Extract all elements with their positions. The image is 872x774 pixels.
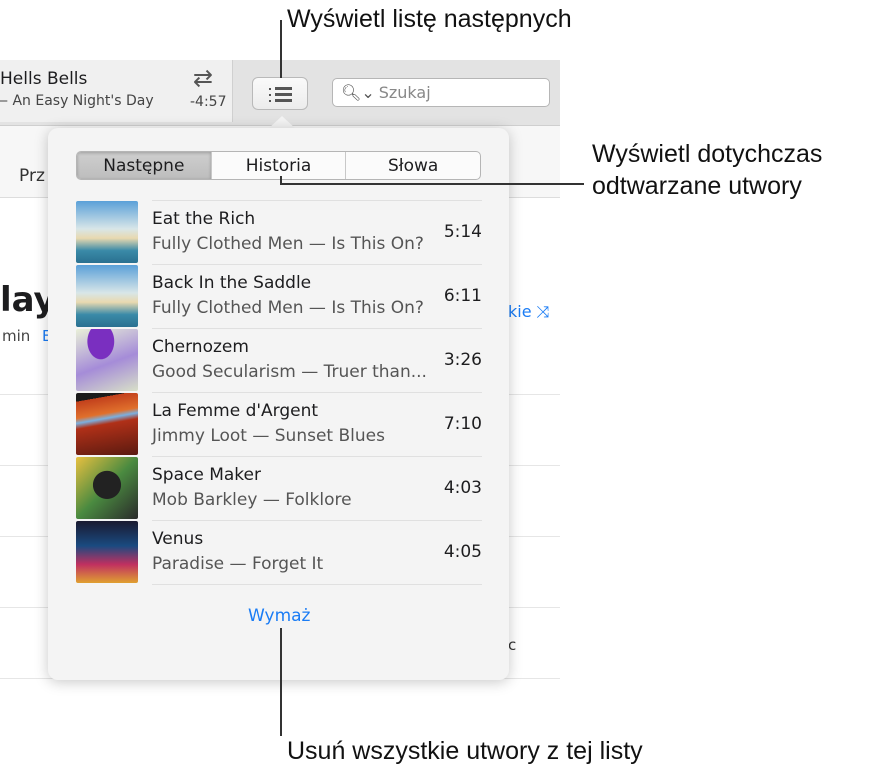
tab-history[interactable]: Historia [212,152,347,179]
track-duration: 6:11 [443,286,482,306]
tab-next[interactable]: Następne [77,152,212,179]
track-artist-album: Fully Clothed Men — Is This On? [152,234,424,254]
queue-track-row[interactable]: Venus Paradise — Forget It 4:05 [76,520,482,584]
album-art [76,393,138,455]
queue-tabs: Następne Historia Słowa [76,151,481,180]
track-artist-album: Fully Clothed Men — Is This On? [152,298,424,318]
album-art [76,329,138,391]
track-title: Chernozem [152,337,249,357]
up-next-button[interactable] [252,77,308,110]
queue-track-row[interactable]: Space Maker Mob Barkley — Folklore 4:03 [76,456,482,520]
album-art [76,201,138,263]
callout-clear: Usuń wszystkie utwory z tej listy [287,737,643,765]
callout-line [280,20,282,78]
callout-line [280,628,282,736]
callout-history-2: odtwarzane utwory [592,172,802,200]
callout-up-next: Wyświetl listę następnych [287,5,572,33]
album-art [76,521,138,583]
album-art [76,265,138,327]
track-artist-album: Jimmy Loot — Sunset Blues [152,426,385,446]
row-divider [152,584,482,585]
track-title: La Femme d'Argent [152,401,319,421]
shuffle-button[interactable]: kie ⤨ [508,302,549,322]
track-duration: 4:03 [443,478,482,498]
now-playing-subtitle: — An Easy Night's Day [0,93,154,109]
queue-track-row[interactable]: Chernozem Good Secularism — Truer than..… [76,328,482,392]
album-art [76,457,138,519]
row-divider [152,520,482,521]
queue-track-row[interactable]: Back In the Saddle Fully Clothed Men — I… [76,264,482,328]
track-artist-album: Good Secularism — Truer than... [152,362,427,382]
numbered-list-icon [269,86,292,102]
tab-lyrics[interactable]: Słowa [346,152,480,179]
track-duration: 5:14 [443,222,482,242]
repeat-icon[interactable]: ⇄ [193,64,213,92]
track-artist-album: Mob Barkley — Folklore [152,490,352,510]
nav-item-browse[interactable]: Prz [19,166,45,186]
shuffle-label: kie [508,302,532,321]
search-icon: 🔍︎⌄ [341,83,375,102]
track-artist-album: Paradise — Forget It [152,554,324,574]
shuffle-icon: ⤨ [536,302,550,321]
row-divider [152,328,482,329]
track-duration: 4:05 [443,542,482,562]
callout-history-1: Wyświetl dotychczas [592,140,823,168]
now-playing-panel: Hells Bells — An Easy Night's Day ⇄ -4:5… [0,60,233,122]
row-divider [152,392,482,393]
queue-track-row[interactable]: Eat the Rich Fully Clothed Men — Is This… [76,200,482,264]
track-title: Space Maker [152,465,261,485]
row-divider [152,264,482,265]
time-remaining: -4:57 [190,94,227,110]
playlist-meta: min [2,327,31,345]
track-title: Venus [152,529,204,549]
search-input[interactable]: 🔍︎⌄ Szukaj [332,78,550,107]
queue-track-row[interactable]: La Femme d'Argent Jimmy Loot — Sunset Bl… [76,392,482,456]
track-duration: 7:10 [443,414,482,434]
search-placeholder: Szukaj [378,83,431,102]
genre-cell: c [508,636,517,654]
now-playing-title: Hells Bells [0,69,88,89]
track-duration: 3:26 [443,350,482,370]
row-divider [152,456,482,457]
track-title: Back In the Saddle [152,273,312,293]
callout-line [280,183,584,185]
clear-button[interactable]: Wymaż [248,606,310,626]
row-divider [152,200,482,201]
track-title: Eat the Rich [152,209,256,229]
